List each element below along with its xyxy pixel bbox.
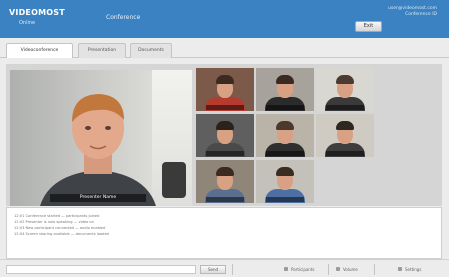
message-input[interactable]	[6, 265, 196, 274]
chat-line: 12:01 Conference started — participants …	[14, 214, 100, 218]
participant-hair	[216, 167, 234, 176]
participant-hair	[336, 121, 354, 130]
participant-name-strip	[206, 151, 244, 156]
participants-button[interactable]: Participants	[291, 265, 315, 274]
volume-button[interactable]: Volume	[343, 265, 358, 274]
participant-thumbnail[interactable]	[256, 160, 314, 203]
participant-name-strip	[266, 151, 304, 156]
chat-line: 12:02 Presenter is now speaking — video …	[14, 220, 94, 224]
speaker-name-label: Presenter Name	[50, 194, 146, 202]
participants-icon	[284, 267, 288, 271]
video-stage: Presenter Name	[6, 64, 442, 206]
participant-name-strip	[206, 197, 244, 202]
app-logo: VIDEOMOST Online	[9, 8, 83, 32]
chat-log[interactable]: 12:01 Conference started — participants …	[6, 207, 442, 259]
participant-hair	[216, 121, 234, 130]
divider	[374, 264, 375, 275]
conference-title: Conference	[106, 14, 141, 21]
logo-main-text: VIDEOMOST	[9, 8, 65, 17]
participant-thumbnail[interactable]	[316, 114, 374, 157]
main-speaker-video[interactable]: Presenter Name	[10, 70, 192, 206]
participant-name-strip	[326, 151, 364, 156]
participant-thumbnail[interactable]	[196, 114, 254, 157]
exit-button[interactable]: Exit	[355, 21, 382, 32]
volume-icon	[336, 267, 340, 271]
participant-name-strip	[206, 105, 244, 110]
app-header: VIDEOMOST Online Conference user@videomo…	[0, 0, 449, 38]
settings-icon	[398, 267, 402, 271]
chat-line: 12:04 Screen sharing available — documen…	[14, 232, 109, 236]
participant-name-strip	[326, 105, 364, 110]
participant-hair	[276, 75, 294, 84]
logo-sub-text: Online	[19, 20, 36, 26]
user-info: user@videomost.com	[388, 6, 437, 11]
participant-thumbnail[interactable]	[196, 68, 254, 111]
settings-button[interactable]: Settings	[405, 265, 421, 274]
participant-thumbnail[interactable]	[256, 68, 314, 111]
status-bar: Send Participants Volume Settings	[0, 259, 449, 277]
participant-hair	[276, 167, 294, 176]
tab-documents[interactable]: Documents	[130, 43, 172, 58]
tab-videoconference[interactable]: Videoconference	[6, 43, 73, 58]
send-button[interactable]: Send	[200, 265, 226, 274]
chat-line: 12:03 New participant connected — audio …	[14, 226, 106, 230]
participant-hair	[216, 75, 234, 84]
videoconference-app: VIDEOMOST Online Conference user@videomo…	[0, 0, 449, 277]
participant-hair	[336, 75, 354, 84]
participant-thumbnail[interactable]	[196, 160, 254, 203]
tab-bar: Videoconference Presentation Documents	[0, 38, 449, 58]
participant-thumbnail[interactable]	[256, 114, 314, 157]
background-object	[162, 162, 186, 198]
divider	[328, 264, 329, 275]
participant-thumbnail[interactable]	[316, 68, 374, 111]
conference-id: Conference ID	[405, 12, 437, 17]
tab-presentation[interactable]: Presentation	[78, 43, 126, 58]
participant-name-strip	[266, 197, 304, 202]
participant-hair	[276, 121, 294, 130]
divider	[232, 264, 233, 275]
participant-name-strip	[266, 105, 304, 110]
